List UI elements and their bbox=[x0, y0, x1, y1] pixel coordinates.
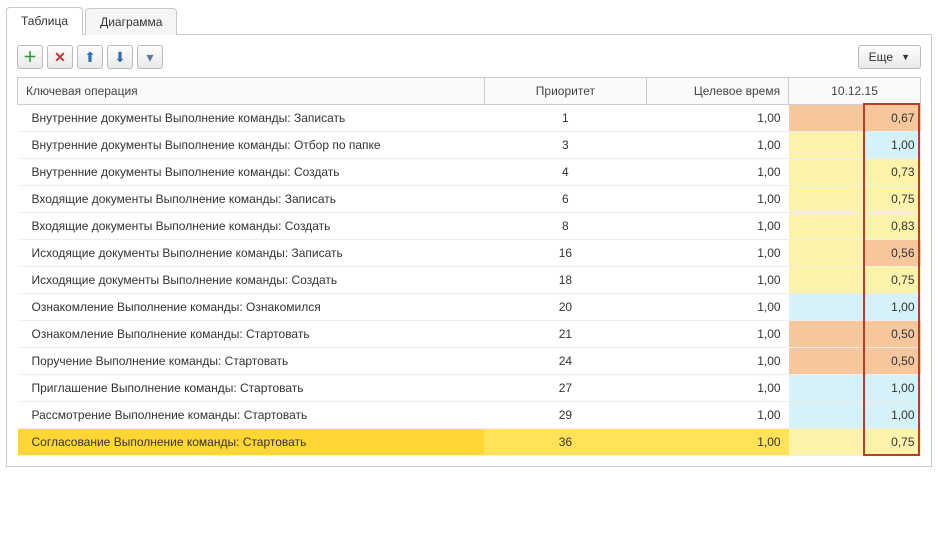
cell-target: 1,00 bbox=[647, 321, 789, 348]
cell-target: 1,00 bbox=[647, 186, 789, 213]
cell-operation: Поручение Выполнение команды: Стартовать bbox=[18, 348, 485, 375]
table-row[interactable]: Исходящие документы Выполнение команды: … bbox=[18, 240, 921, 267]
table-row[interactable]: Согласование Выполнение команды: Стартов… bbox=[18, 429, 921, 456]
cell-operation: Ознакомление Выполнение команды: Стартов… bbox=[18, 321, 485, 348]
table-row[interactable]: Поручение Выполнение команды: Стартовать… bbox=[18, 348, 921, 375]
col-priority[interactable]: Приоритет bbox=[484, 78, 646, 105]
table-row[interactable]: Ознакомление Выполнение команды: Стартов… bbox=[18, 321, 921, 348]
tab-chart[interactable]: Диаграмма bbox=[85, 8, 177, 35]
funnel-icon: ▾ bbox=[146, 49, 153, 66]
cell-target: 1,00 bbox=[647, 240, 789, 267]
table-row[interactable]: Внутренние документы Выполнение команды:… bbox=[18, 105, 921, 132]
table-row[interactable]: Приглашение Выполнение команды: Стартова… bbox=[18, 375, 921, 402]
cell-priority: 36 bbox=[484, 429, 646, 456]
cell-date: 1,00 bbox=[789, 402, 921, 429]
table-row[interactable]: Ознакомление Выполнение команды: Ознаком… bbox=[18, 294, 921, 321]
table-row[interactable]: Исходящие документы Выполнение команды: … bbox=[18, 267, 921, 294]
cell-operation: Ознакомление Выполнение команды: Ознаком… bbox=[18, 294, 485, 321]
delete-button[interactable]: ✕ bbox=[47, 45, 73, 69]
cell-date: 0,75 bbox=[789, 267, 921, 294]
cell-operation: Приглашение Выполнение команды: Стартова… bbox=[18, 375, 485, 402]
tab-table[interactable]: Таблица bbox=[6, 7, 83, 35]
cell-priority: 8 bbox=[484, 213, 646, 240]
data-table: Ключевая операция Приоритет Целевое врем… bbox=[17, 77, 921, 456]
arrow-down-icon: ⬇ bbox=[114, 49, 126, 66]
cell-operation: Входящие документы Выполнение команды: З… bbox=[18, 186, 485, 213]
cell-date: 0,56 bbox=[789, 240, 921, 267]
cell-target: 1,00 bbox=[647, 159, 789, 186]
cell-priority: 4 bbox=[484, 159, 646, 186]
table-row[interactable]: Внутренние документы Выполнение команды:… bbox=[18, 159, 921, 186]
add-button[interactable]: ＋ bbox=[17, 45, 43, 69]
cell-target: 1,00 bbox=[647, 213, 789, 240]
col-target[interactable]: Целевое время bbox=[647, 78, 789, 105]
cell-operation: Внутренние документы Выполнение команды:… bbox=[18, 105, 485, 132]
cell-date: 0,73 bbox=[789, 159, 921, 186]
cell-target: 1,00 bbox=[647, 402, 789, 429]
cell-operation: Исходящие документы Выполнение команды: … bbox=[18, 267, 485, 294]
cell-date: 0,83 bbox=[789, 213, 921, 240]
cell-date: 1,00 bbox=[789, 375, 921, 402]
cell-target: 1,00 bbox=[647, 348, 789, 375]
cell-operation: Входящие документы Выполнение команды: С… bbox=[18, 213, 485, 240]
move-down-button[interactable]: ⬇ bbox=[107, 45, 133, 69]
cell-target: 1,00 bbox=[647, 294, 789, 321]
cell-date: 0,75 bbox=[789, 186, 921, 213]
cell-priority: 24 bbox=[484, 348, 646, 375]
cell-target: 1,00 bbox=[647, 267, 789, 294]
cell-target: 1,00 bbox=[647, 132, 789, 159]
cell-operation: Рассмотрение Выполнение команды: Стартов… bbox=[18, 402, 485, 429]
table-row[interactable]: Входящие документы Выполнение команды: С… bbox=[18, 213, 921, 240]
cell-operation: Согласование Выполнение команды: Стартов… bbox=[18, 429, 485, 456]
table-row[interactable]: Входящие документы Выполнение команды: З… bbox=[18, 186, 921, 213]
cell-date: 0,67 bbox=[789, 105, 921, 132]
cell-priority: 3 bbox=[484, 132, 646, 159]
more-label: Еще bbox=[869, 50, 893, 64]
cell-priority: 6 bbox=[484, 186, 646, 213]
cell-operation: Внутренние документы Выполнение команды:… bbox=[18, 132, 485, 159]
cell-operation: Исходящие документы Выполнение команды: … bbox=[18, 240, 485, 267]
cell-date: 0,75 bbox=[789, 429, 921, 456]
more-button[interactable]: Еще ▼ bbox=[858, 45, 921, 69]
arrow-up-icon: ⬆ bbox=[84, 49, 96, 66]
cell-priority: 20 bbox=[484, 294, 646, 321]
move-up-button[interactable]: ⬆ bbox=[77, 45, 103, 69]
chevron-down-icon: ▼ bbox=[901, 52, 910, 62]
cell-priority: 1 bbox=[484, 105, 646, 132]
cell-date: 1,00 bbox=[789, 294, 921, 321]
cell-date: 0,50 bbox=[789, 321, 921, 348]
cell-date: 1,00 bbox=[789, 132, 921, 159]
cell-target: 1,00 bbox=[647, 375, 789, 402]
cell-operation: Внутренние документы Выполнение команды:… bbox=[18, 159, 485, 186]
cell-target: 1,00 bbox=[647, 105, 789, 132]
cell-target: 1,00 bbox=[647, 429, 789, 456]
cell-priority: 29 bbox=[484, 402, 646, 429]
plus-icon: ＋ bbox=[23, 47, 37, 67]
table-row[interactable]: Рассмотрение Выполнение команды: Стартов… bbox=[18, 402, 921, 429]
filter-button[interactable]: ▾ bbox=[137, 45, 163, 69]
cell-priority: 21 bbox=[484, 321, 646, 348]
cell-priority: 18 bbox=[484, 267, 646, 294]
col-date[interactable]: 10.12.15 bbox=[789, 78, 921, 105]
cross-icon: ✕ bbox=[54, 49, 66, 66]
col-operation[interactable]: Ключевая операция bbox=[18, 78, 485, 105]
cell-priority: 27 bbox=[484, 375, 646, 402]
table-row[interactable]: Внутренние документы Выполнение команды:… bbox=[18, 132, 921, 159]
cell-priority: 16 bbox=[484, 240, 646, 267]
cell-date: 0,50 bbox=[789, 348, 921, 375]
